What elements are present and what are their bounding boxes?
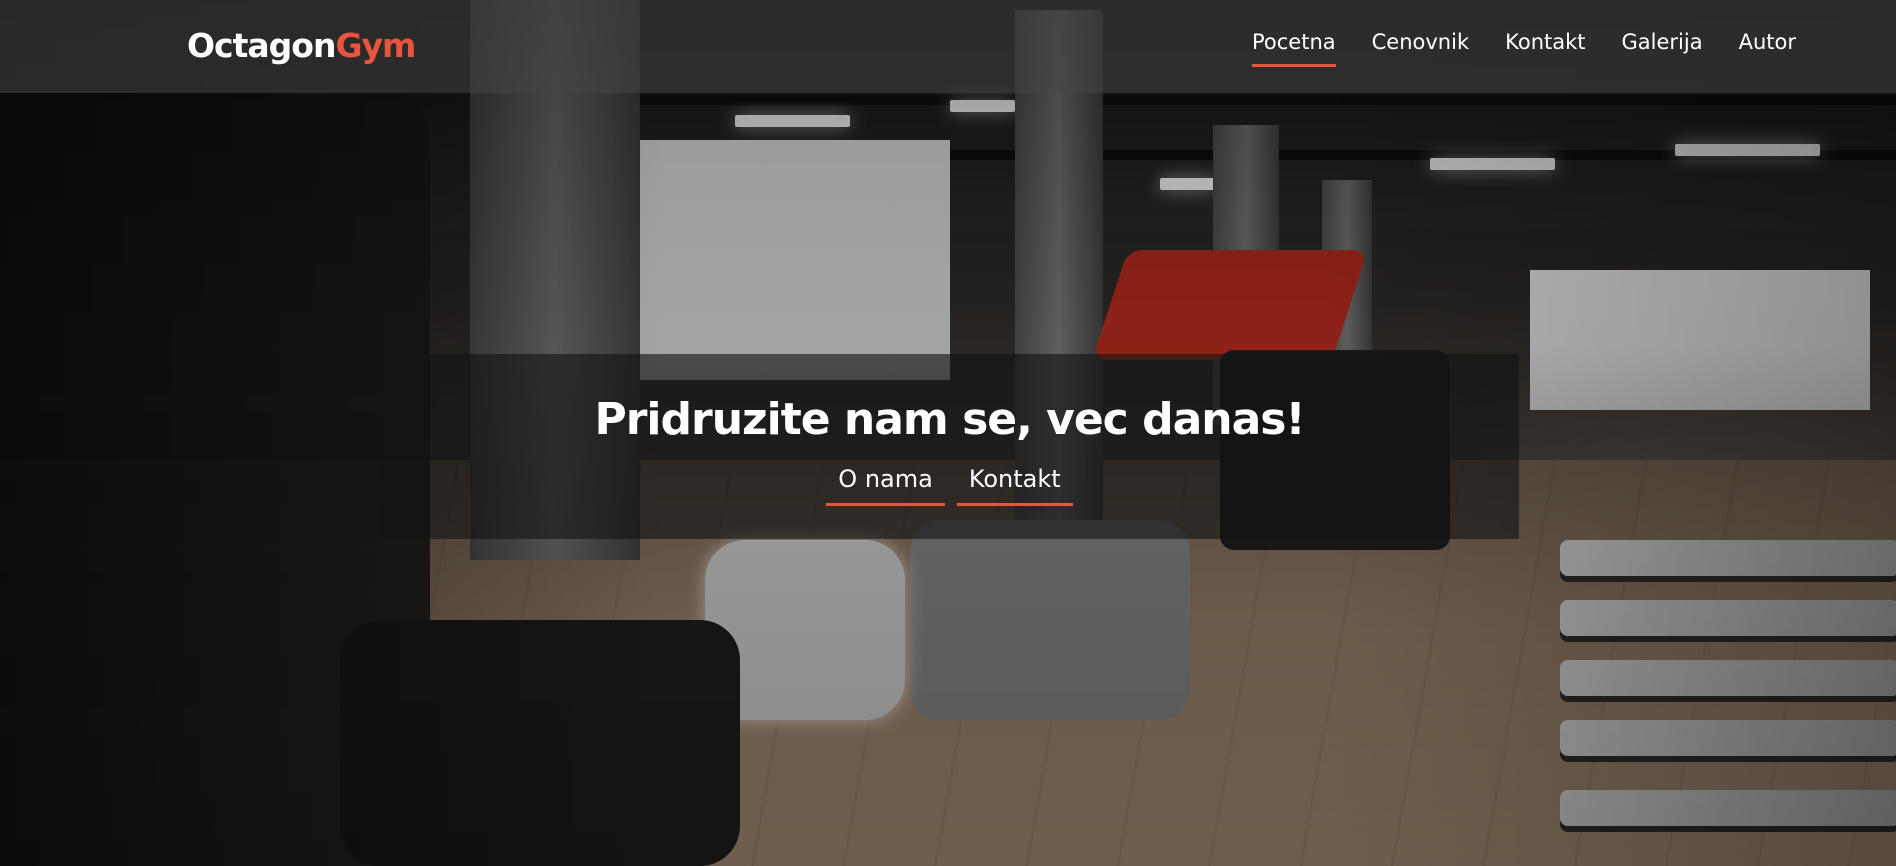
logo-text-main: Octagon	[187, 26, 336, 65]
nav-item-cenovnik[interactable]: Cenovnik	[1372, 30, 1469, 67]
nav-item-pocetna[interactable]: Pocetna	[1251, 30, 1336, 67]
hero-panel: Pridruzite nam se, vec danas! O nama Kon…	[380, 354, 1519, 539]
hero-title: Pridruzite nam se, vec danas!	[594, 394, 1305, 445]
top-navbar: OctagonGym Pocetna Cenovnik Kontakt Gale…	[0, 0, 1896, 93]
hero-links: O nama Kontakt	[380, 465, 1519, 506]
nav-item-galerija[interactable]: Galerija	[1622, 30, 1703, 67]
hero-link-o-nama[interactable]: O nama	[826, 465, 945, 506]
logo-text-accent: Gym	[335, 26, 416, 65]
hero-background: OctagonGym Pocetna Cenovnik Kontakt Gale…	[0, 0, 1896, 866]
nav-item-autor[interactable]: Autor	[1739, 30, 1796, 67]
site-logo[interactable]: OctagonGym	[187, 26, 416, 65]
main-nav: Pocetna Cenovnik Kontakt Galerija Autor	[1251, 30, 1796, 67]
nav-item-kontakt[interactable]: Kontakt	[1505, 30, 1585, 67]
hero-link-kontakt[interactable]: Kontakt	[956, 465, 1073, 506]
